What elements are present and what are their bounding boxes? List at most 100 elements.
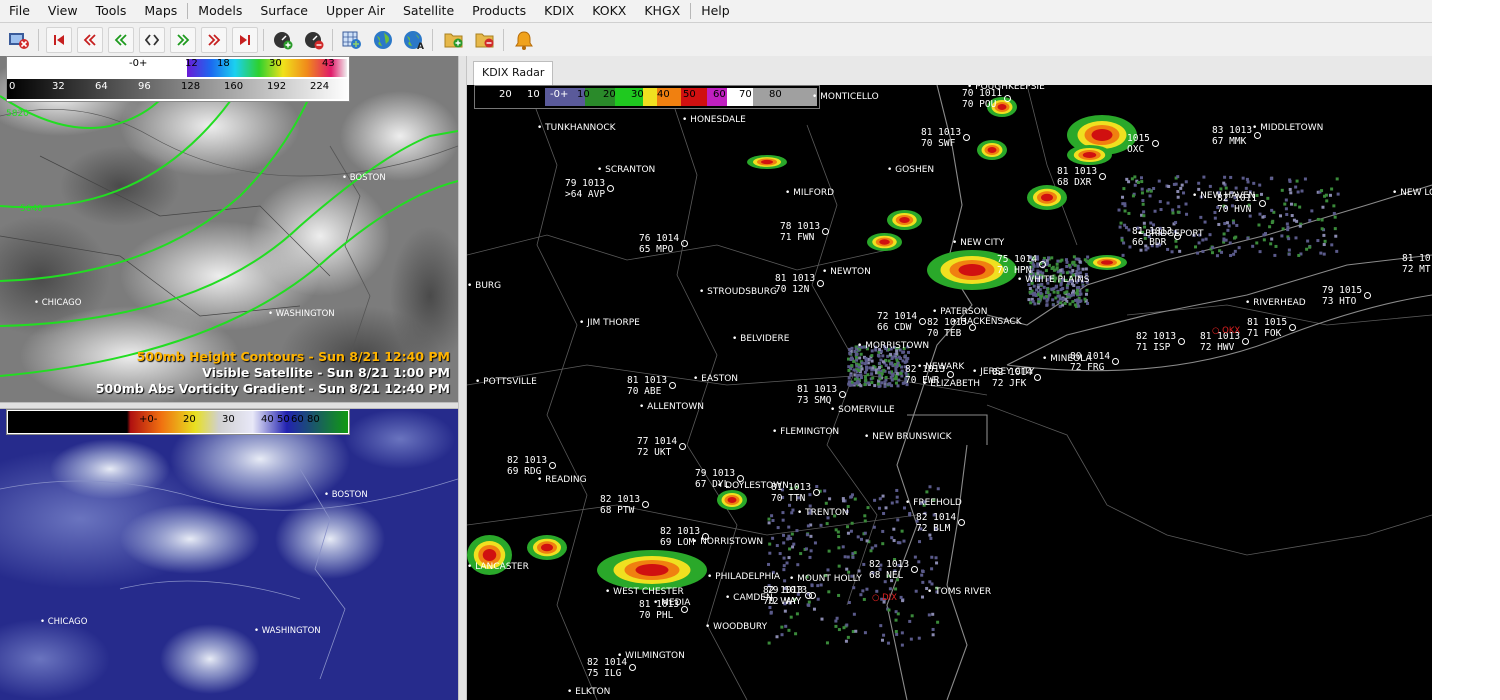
loop-forward-icon[interactable]: [170, 27, 196, 53]
colorbar-tick: 20: [499, 89, 512, 100]
radar-echo: [958, 264, 986, 276]
ir-satellite-pane[interactable]: +0- 20 30 40 50 60 80 • BOSTON • CHICAGO • WASHI…: [0, 409, 458, 700]
station-dewpoint-id: 72 JFK: [992, 378, 1027, 389]
menu-tools[interactable]: Tools: [87, 0, 136, 22]
city-label: • WASHINGTON: [268, 309, 335, 319]
radar-city-label: • STROUDSBURG: [699, 287, 777, 297]
menu-products[interactable]: Products: [463, 0, 535, 22]
radar-site-icon: ○: [1212, 326, 1223, 336]
menu-upper-air[interactable]: Upper Air: [317, 0, 394, 22]
increase-speed-icon[interactable]: [270, 27, 296, 53]
city-label: • BOSTON: [342, 173, 386, 183]
visible-satellite-pane[interactable]: -0+ 12 18 30 43 0 32 64 96 128 160 192 224 5820 5640…: [0, 56, 458, 402]
station-sky-cover-icon: [821, 228, 829, 235]
city-name: MOUNT HOLLY: [797, 574, 862, 584]
radar-echo: [761, 159, 773, 165]
station-sky-cover-icon: [628, 664, 636, 671]
station-dewpoint-id: 70 HPN: [997, 265, 1032, 276]
loop-back-icon[interactable]: [108, 27, 134, 53]
colorbar-tick: 0: [9, 81, 16, 92]
ir-colorbar: +0- 20 30 40 50 60 80: [6, 409, 350, 435]
radar-map: [467, 85, 1432, 700]
menu-kdix[interactable]: KDIX: [535, 0, 583, 22]
globe-icon[interactable]: [370, 27, 396, 53]
horizontal-splitter[interactable]: [0, 402, 458, 409]
radar-echo: [541, 543, 553, 552]
menu-view[interactable]: View: [39, 0, 87, 22]
radar-echo: [1082, 152, 1097, 158]
colorbar-tick: 30: [631, 89, 644, 100]
station-plot: 1015 OXC: [1127, 133, 1159, 155]
radar-echo: [899, 217, 910, 223]
station-temp-pressure: 82 1014: [916, 512, 957, 523]
city-dot: •: [579, 318, 588, 328]
menu-file[interactable]: File: [0, 0, 39, 22]
station-dewpoint-id: 68 DXR: [1057, 177, 1092, 188]
city-dot: •: [597, 165, 606, 175]
menu-maps[interactable]: Maps: [135, 0, 186, 22]
menu-khgx[interactable]: KHGX: [635, 0, 689, 22]
station-dewpoint-id: 72 MT: [1402, 264, 1431, 275]
menu-models[interactable]: Models: [189, 0, 251, 22]
last-frame-icon[interactable]: [232, 27, 258, 53]
menu-kokx[interactable]: KOKX: [583, 0, 635, 22]
station-dewpoint-id: 70 EWR: [905, 375, 940, 386]
station-temp-pressure: 82 1013: [905, 364, 946, 375]
vertical-splitter[interactable]: [458, 56, 467, 700]
city-dot: •: [707, 572, 716, 582]
step-forward-icon[interactable]: [201, 27, 227, 53]
globe-annotate-icon[interactable]: A: [401, 27, 427, 53]
city-name: PHILADELPHIA: [715, 572, 781, 582]
station-sky-cover-icon: [812, 489, 820, 496]
city-name: GOSHEN: [895, 165, 935, 175]
city-label: • CHICAGO: [34, 298, 81, 308]
station-plot: 82 1011 70 HVN: [1217, 193, 1266, 215]
tab-kdix-radar[interactable]: KDIX Radar: [473, 61, 554, 85]
city-name: MORRISTOWN: [865, 341, 930, 351]
station-temp-pressure: 81 1015: [1247, 317, 1288, 328]
station-temp-pressure: 81 1013: [921, 127, 962, 138]
station-dewpoint-id: 75 ILG: [587, 668, 622, 679]
city-name: NEW BRUNSWICK: [872, 432, 952, 442]
colorbar-tick: 10: [527, 89, 540, 100]
radar-pane[interactable]: 20 10 -0+ 10 20 30 40 50 60 70 80 • MONTICELLO • PO…: [467, 85, 1432, 700]
station-sky-cover-icon: [1111, 358, 1119, 365]
station-sky-cover-icon: [1033, 374, 1041, 381]
contour-label: 5820: [6, 109, 29, 119]
menu-help[interactable]: Help: [692, 0, 739, 22]
station-sky-cover-icon: [680, 606, 688, 613]
station-dewpoint-id: 66 CDW: [877, 322, 912, 333]
station-temp-pressure: 82 1013: [507, 455, 548, 466]
station-sky-cover-icon: [1177, 338, 1185, 345]
radar-echo: [987, 147, 997, 153]
colorbar-tick: 70: [739, 89, 752, 100]
first-frame-icon[interactable]: [46, 27, 72, 53]
station-sky-cover-icon: [968, 324, 976, 331]
station-dewpoint-id: 68 NEL: [869, 570, 904, 581]
station-sky-cover-icon: [1098, 173, 1106, 180]
decrease-speed-icon[interactable]: [301, 27, 327, 53]
rock-loop-icon[interactable]: [139, 27, 165, 53]
city-label: • CHICAGO: [40, 617, 87, 627]
station-sky-cover-icon: [1288, 324, 1296, 331]
map-grid-icon[interactable]: [339, 27, 365, 53]
station-dewpoint-id: 71 FWN: [780, 232, 815, 243]
station-sky-cover-icon: [957, 519, 965, 526]
station-plot: 79 1015 73 HTO: [1322, 285, 1371, 307]
radar-colorbar: 20 10 -0+ 10 20 30 40 50 60 70 80: [474, 85, 820, 109]
radar-echo: [879, 239, 890, 245]
city-name: ALLENTOWN: [647, 402, 704, 412]
menu-satellite[interactable]: Satellite: [394, 0, 463, 22]
remove-pane-icon[interactable]: [472, 27, 498, 53]
station-dewpoint-id: >64 AVP: [565, 189, 606, 200]
city-dot: •: [1392, 188, 1401, 198]
station-plot: 79 1013 72 VAY: [767, 585, 816, 607]
step-back-icon[interactable]: [77, 27, 103, 53]
radar-city-label: • MONTICELLO: [812, 92, 879, 102]
add-pane-icon[interactable]: [441, 27, 467, 53]
city-dot: •: [324, 490, 332, 500]
alert-bell-icon[interactable]: [511, 27, 537, 53]
clear-panes-icon[interactable]: [6, 27, 32, 53]
city-dot: •: [952, 238, 961, 248]
menu-surface[interactable]: Surface: [251, 0, 317, 22]
